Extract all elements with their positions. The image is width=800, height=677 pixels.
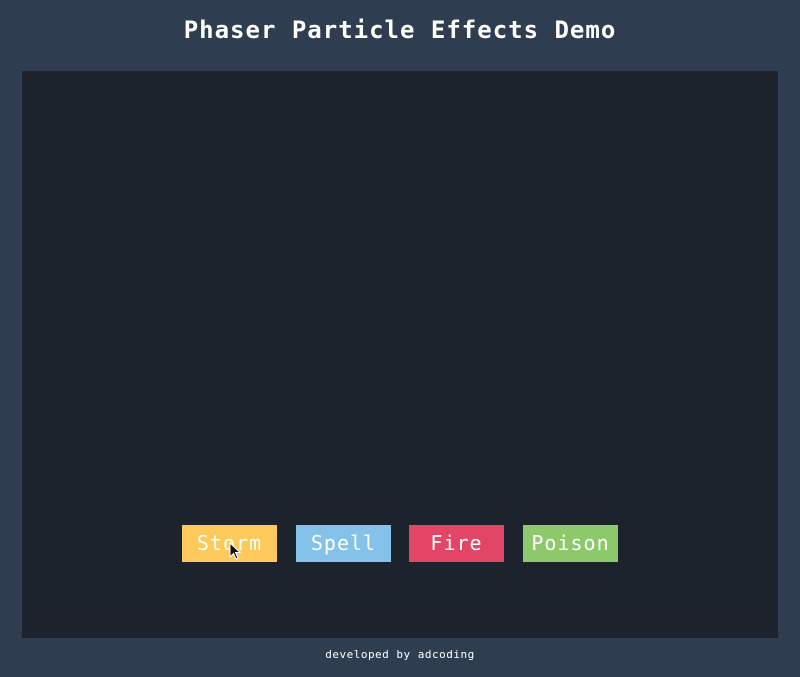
game-canvas[interactable]: Storm Spell Fire Poison — [22, 71, 778, 638]
mouse-pointer-icon — [229, 542, 241, 560]
poison-button[interactable]: Poison — [523, 525, 618, 562]
page-title: Phaser Particle Effects Demo — [183, 16, 617, 44]
fire-button[interactable]: Fire — [409, 525, 504, 562]
footer-credit: developed by adcoding — [325, 648, 475, 661]
spell-button[interactable]: Spell — [296, 525, 391, 562]
